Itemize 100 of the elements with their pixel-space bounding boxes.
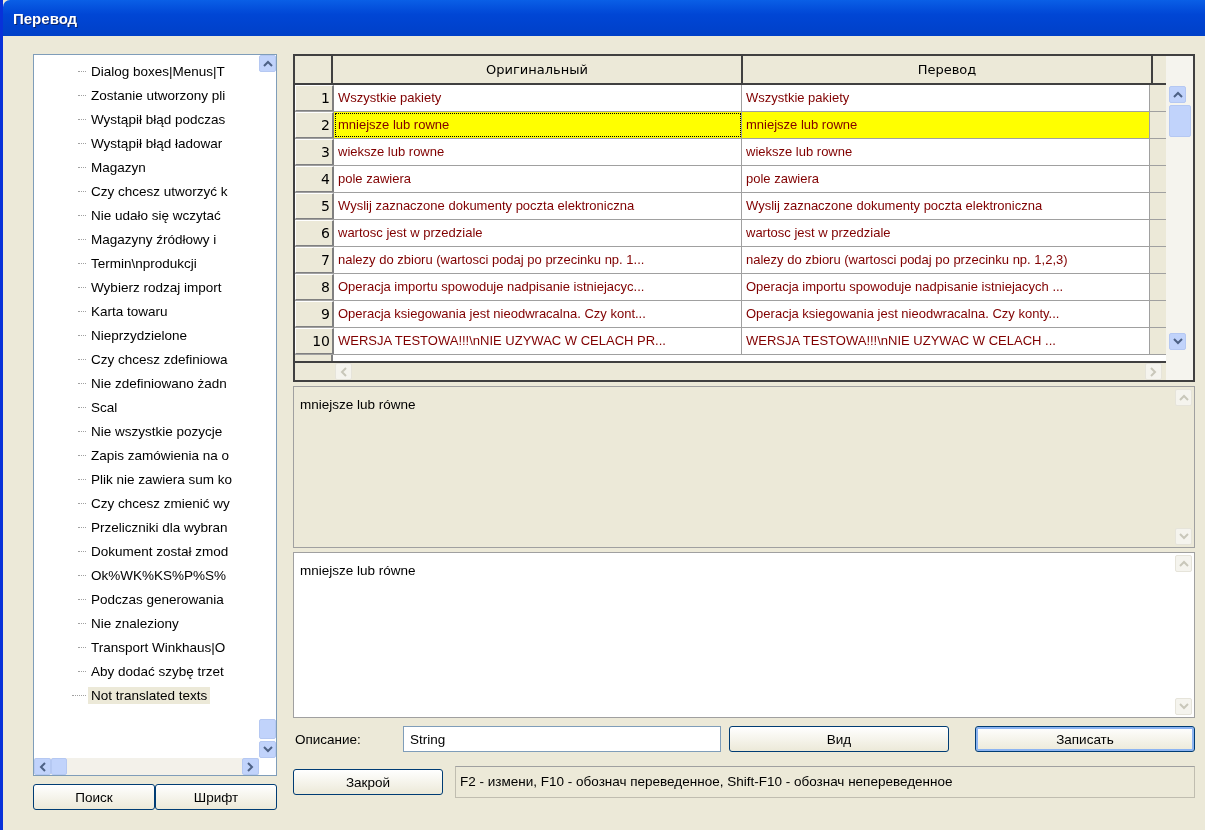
tree-item[interactable]: Dialog boxes|Menus|T <box>88 62 228 80</box>
tree-connector <box>78 238 86 240</box>
row-number: 8 <box>295 274 334 300</box>
tree-connector <box>72 694 86 696</box>
scroll-thumb[interactable] <box>51 758 67 775</box>
tree-item[interactable]: Podczas generowania <box>88 590 227 608</box>
chevron-down-icon <box>1178 533 1189 540</box>
tree-item[interactable]: Czy chcesz zdefiniowa <box>88 350 231 368</box>
tree-item[interactable]: Termin\nprodukcji <box>88 254 200 272</box>
table-cell[interactable]: Wyslij zaznaczone dokumenty poczta elektroniczna <box>334 193 742 219</box>
chevron-down-icon <box>1172 338 1183 345</box>
tree-item[interactable]: Zostanie utworzony pli <box>88 86 229 104</box>
table-cell[interactable]: WERSJA TESTOWA!!!\nNIE UZYWAC W CELACH ... <box>742 328 1150 354</box>
chevron-right-icon <box>247 761 254 772</box>
tree-item[interactable]: Wystąpił błąd podczas <box>88 110 229 128</box>
scroll-right-button[interactable] <box>242 758 259 775</box>
tree-item[interactable]: Nieprzydzielone <box>88 326 191 344</box>
tree-item[interactable]: Wystąpił błąd ładowar <box>88 134 226 152</box>
tree-item[interactable]: Wybierz rodzaj import <box>88 278 225 296</box>
tree-connector <box>78 166 86 168</box>
tree-connector <box>78 382 86 384</box>
tree-item[interactable]: Magazyn <box>88 158 149 176</box>
scroll-thumb[interactable] <box>1169 105 1191 137</box>
description-label: Описание: <box>294 731 362 747</box>
scroll-left-button[interactable] <box>34 758 51 775</box>
row-number: 1 <box>295 85 334 111</box>
tree-item[interactable]: Scal <box>88 398 121 416</box>
table-cell[interactable]: pole zawiera <box>334 166 742 192</box>
scroll-down-button[interactable] <box>259 741 276 758</box>
tree-item[interactable]: Karta towaru <box>88 302 171 320</box>
row-number: 4 <box>295 166 334 192</box>
table-cell[interactable]: nalezy do zbioru (wartosci podaj po przecinku np. 1,2,3) <box>742 247 1150 273</box>
chevron-down-icon <box>262 746 273 753</box>
tree-item[interactable]: Przeliczniki dla wybran <box>88 518 231 536</box>
row-number: 3 <box>295 139 334 165</box>
tree-item[interactable]: Ok%WK%KS%P%S% <box>88 566 230 584</box>
tree-connector <box>78 622 86 624</box>
tree-connector <box>78 646 86 648</box>
table-cell[interactable]: nalezy do zbioru (wartosci podaj po przecinku np. 1... <box>334 247 742 273</box>
scroll-up-button[interactable] <box>1169 86 1186 103</box>
tree-connector <box>78 142 86 144</box>
table-cell[interactable]: mniejsze lub rowne <box>334 112 742 138</box>
tree-item[interactable]: Nie znaleziony <box>88 614 182 632</box>
tree-item[interactable]: Nie wszystkie pozycje <box>88 422 226 440</box>
chevron-up-icon <box>1178 394 1189 401</box>
table-cell[interactable]: Operacja importu spowoduje nadpisanie istniejacyc... <box>334 274 742 300</box>
scroll-down-button[interactable] <box>1169 333 1186 350</box>
table-cell[interactable]: wieksze lub rowne <box>334 139 742 165</box>
tree-item[interactable]: Magazyny źródłowy i <box>88 230 220 248</box>
tree-connector <box>78 406 86 408</box>
tree-item[interactable]: Aby dodać szybę trzet <box>88 662 227 680</box>
table-cell[interactable]: Wyslij zaznaczone dokumenty poczta elektroniczna <box>742 193 1150 219</box>
description-field[interactable]: String <box>403 726 721 752</box>
table-cell[interactable]: wartosc jest w przedziale <box>742 220 1150 246</box>
tree-connector <box>78 454 86 456</box>
tree-connector <box>78 70 86 72</box>
scroll-thumb[interactable] <box>259 719 276 739</box>
search-button[interactable]: Поиск <box>33 784 155 810</box>
table-cell[interactable]: Operacja importu spowoduje nadpisanie istniejacych ... <box>742 274 1150 300</box>
tree-item[interactable]: Plik nie zawiera sum ko <box>88 470 236 488</box>
tree-connector <box>78 598 86 600</box>
tree-connector <box>78 334 86 336</box>
tree-item[interactable]: Nie zdefiniowano żadn <box>88 374 230 392</box>
tree-connector <box>78 478 86 480</box>
tree-connector <box>78 526 86 528</box>
table-cell[interactable]: WERSJA TESTOWA!!!\nNIE UZYWAC W CELACH PR... <box>334 328 742 354</box>
tree-connector <box>78 190 86 192</box>
row-number: 2 <box>295 112 334 138</box>
tree-connector <box>78 286 86 288</box>
tree-connector <box>78 262 86 264</box>
table-cell[interactable]: mniejsze lub rowne <box>742 112 1150 138</box>
table-cell[interactable]: wartosc jest w przedziale <box>334 220 742 246</box>
row-number: 10 <box>295 328 334 354</box>
font-button[interactable]: Шрифт <box>155 784 277 810</box>
table-cell[interactable]: Operacja ksiegowania jest nieodwracalna. Czy konty... <box>742 301 1150 327</box>
tree-connector <box>78 430 86 432</box>
tree-item[interactable]: Dokument został zmod <box>88 542 232 560</box>
row-number: 6 <box>295 220 334 246</box>
table-cell[interactable]: Operacja ksiegowania jest nieodwracalna. Czy kont... <box>334 301 742 327</box>
tree-item[interactable]: Not translated texts <box>88 686 211 704</box>
tree-item[interactable]: Czy chcesz utworzyć k <box>88 182 231 200</box>
chevron-up-icon <box>1178 560 1189 567</box>
chevron-down-icon <box>1178 703 1189 710</box>
table-cell[interactable]: wieksze lub rowne <box>742 139 1150 165</box>
tree-item[interactable]: Transport Winkhaus|O <box>88 638 229 656</box>
tree-item[interactable]: Czy chcesz zmienić wy <box>88 494 233 512</box>
tree-connector <box>78 118 86 120</box>
window-title: Перевод <box>13 9 78 27</box>
tree-item[interactable]: Nie udało się wczytać <box>88 206 224 224</box>
table-cell[interactable]: Wszystkie pakiety <box>742 85 1150 111</box>
tree-connector <box>78 310 86 312</box>
view-button[interactable]: Вид <box>729 726 949 752</box>
chevron-up-icon <box>1172 91 1183 98</box>
chevron-right-icon <box>1150 366 1157 377</box>
table-cell[interactable]: Wszystkie pakiety <box>334 85 742 111</box>
table-cell[interactable]: pole zawiera <box>742 166 1150 192</box>
close-button[interactable]: Закрой <box>293 769 443 795</box>
tree-item[interactable]: Zapis zamówienia na o <box>88 446 233 464</box>
save-button[interactable]: Записать <box>975 726 1195 752</box>
scroll-up-button[interactable] <box>259 55 276 72</box>
